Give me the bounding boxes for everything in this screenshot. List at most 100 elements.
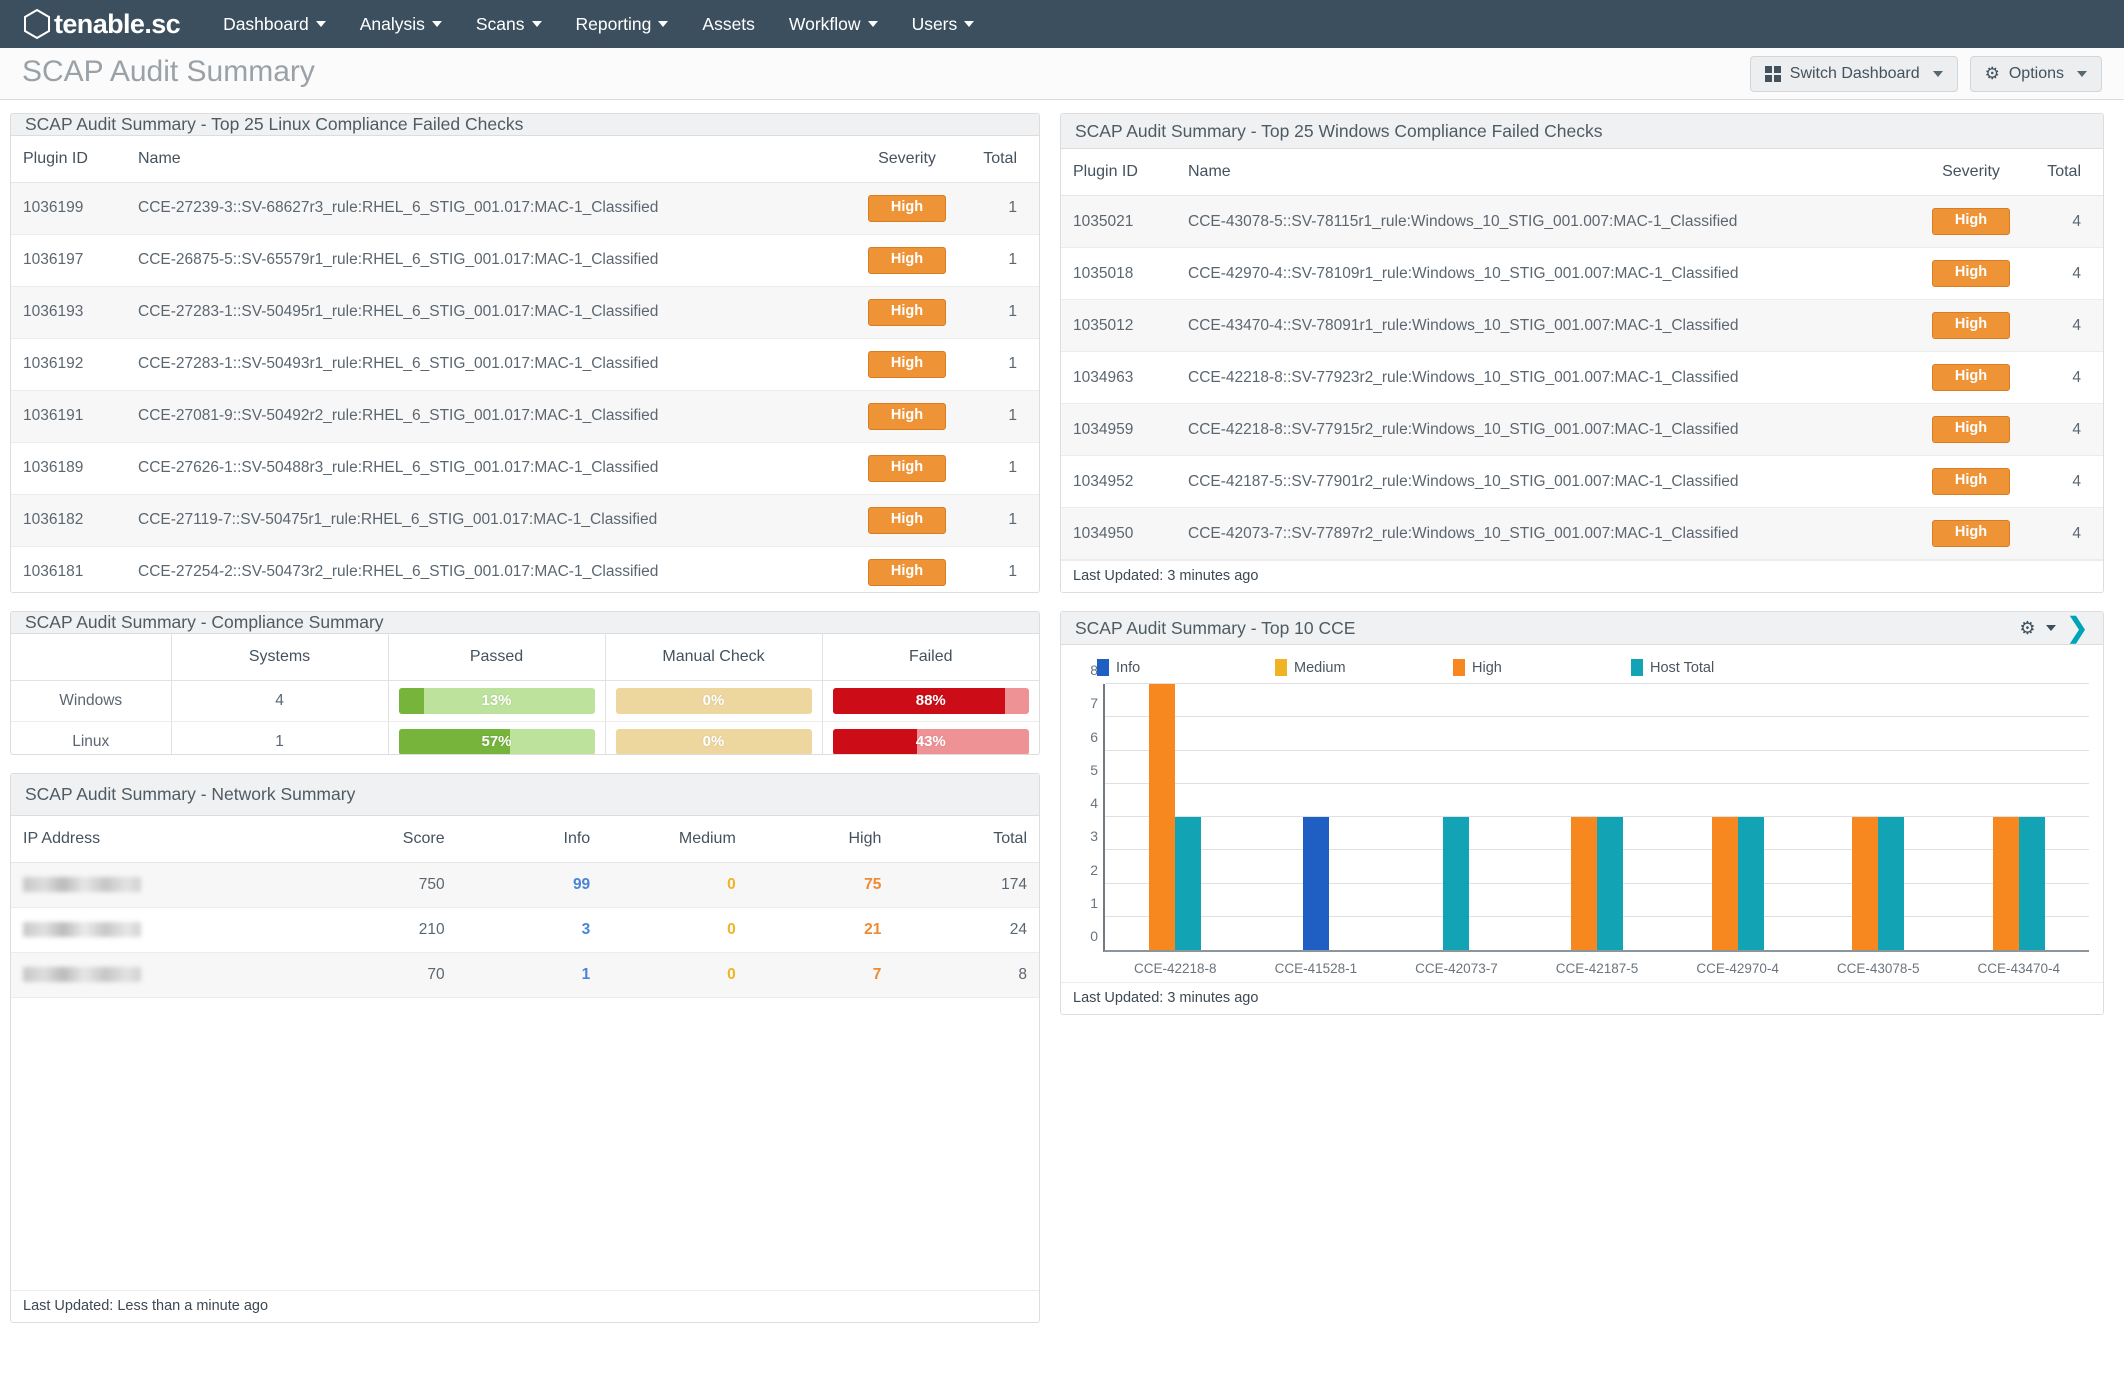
table-row[interactable]: 1036193 CCE-27283-1::SV-50495r1_rule:RHEL… xyxy=(11,286,1039,339)
table-row[interactable]: 1034963 CCE-42218-8::SV-77923r2_rule:Wind… xyxy=(1061,351,2103,405)
panel-header: SCAP Audit Summary - Network Summary xyxy=(11,774,1039,816)
cell-info[interactable]: 3 xyxy=(456,907,603,953)
nav-item-users[interactable]: Users xyxy=(895,0,992,48)
bar-high[interactable] xyxy=(1992,817,2019,950)
bar-info[interactable] xyxy=(1302,817,1329,950)
cell-info[interactable]: 1 xyxy=(456,952,603,998)
column-header-severity[interactable]: Severity xyxy=(1907,149,2035,197)
table-row[interactable]: 210 3 0 21 24 xyxy=(11,907,1039,953)
legend-item-medium[interactable]: Medium xyxy=(1275,659,1453,676)
cell-score: 70 xyxy=(311,952,457,998)
column-header-name[interactable]: Name xyxy=(126,136,843,183)
cell-high[interactable]: 75 xyxy=(747,862,894,908)
column-header-total[interactable]: Total xyxy=(2035,149,2103,197)
bar-host-total[interactable] xyxy=(1878,817,1905,950)
bar-high[interactable] xyxy=(1852,817,1879,950)
table-row[interactable]: 1035021 CCE-43078-5::SV-78115r1_rule:Wind… xyxy=(1061,195,2103,249)
cell-total: 1 xyxy=(971,442,1039,495)
grid-icon xyxy=(1764,65,1781,82)
chart-bars xyxy=(1105,684,2089,950)
nav-item-reporting[interactable]: Reporting xyxy=(559,0,686,48)
table-row[interactable]: 1034950 CCE-42073-7::SV-77897r2_rule:Wind… xyxy=(1061,507,2103,560)
chart-plot-area: 0 1 2 3 4 5 6 7 8 xyxy=(1090,663,2089,952)
y-axis-tick-label: 6 xyxy=(1090,728,1098,745)
legend-item-host-total[interactable]: Host Total xyxy=(1631,659,1809,676)
column-header-plugin-id[interactable]: Plugin ID xyxy=(11,136,126,183)
column-header-passed[interactable]: Passed xyxy=(388,634,606,681)
panel-footer-windows: Last Updated: 3 minutes ago xyxy=(1061,560,2103,592)
bar-group xyxy=(1386,684,1527,950)
bar-host-total[interactable] xyxy=(1737,817,1764,950)
column-header-score[interactable]: Score xyxy=(311,816,457,863)
column-header-ip-address[interactable]: IP Address xyxy=(11,816,311,863)
bar-host-total[interactable] xyxy=(2018,817,2045,950)
column-header-info[interactable]: Info xyxy=(456,816,603,863)
bar-high[interactable] xyxy=(1149,684,1176,950)
chevron-right-icon[interactable]: ❯ xyxy=(2066,613,2089,641)
column-header-plugin-id[interactable]: Plugin ID xyxy=(1061,149,1176,197)
cell-manual-check: 0% xyxy=(605,680,823,722)
cell-medium[interactable]: 0 xyxy=(602,952,748,998)
nav-item-scans[interactable]: Scans xyxy=(459,0,559,48)
nav-label-analysis: Analysis xyxy=(359,13,425,34)
table-row[interactable]: 1036181 CCE-27254-2::SV-50473r2_rule:RHEL… xyxy=(11,546,1039,592)
column-header-total[interactable]: Total xyxy=(893,816,1039,863)
cell-medium[interactable]: 0 xyxy=(602,907,748,953)
cell-info[interactable]: 99 xyxy=(456,862,603,908)
column-header-total[interactable]: Total xyxy=(971,136,1039,183)
bar-group xyxy=(1246,684,1387,950)
table-row[interactable]: 750 99 0 75 174 xyxy=(11,862,1039,908)
table-row: Linux 1 57% 0% 43% xyxy=(11,721,1039,754)
table-row[interactable]: 1036189 CCE-27626-1::SV-50488r3_rule:RHEL… xyxy=(11,442,1039,495)
gear-icon[interactable]: ⚙ xyxy=(2019,619,2035,637)
bar-high[interactable] xyxy=(1571,817,1598,950)
nav-item-workflow[interactable]: Workflow xyxy=(772,0,895,48)
cell-plugin-id: 1035018 xyxy=(1061,247,1176,301)
nav-label-scans: Scans xyxy=(475,13,525,34)
column-header-severity[interactable]: Severity xyxy=(843,136,971,183)
column-header-name[interactable]: Name xyxy=(1176,149,1907,197)
cell-medium[interactable]: 0 xyxy=(602,862,748,908)
bar-host-total[interactable] xyxy=(1597,817,1624,950)
bar-host-total[interactable] xyxy=(1443,817,1470,950)
table-row[interactable]: 1035018 CCE-42970-4::SV-78109r1_rule:Wind… xyxy=(1061,247,2103,301)
cell-severity: High xyxy=(843,338,971,391)
column-header-manual-check[interactable]: Manual Check xyxy=(605,634,823,681)
legend-item-high[interactable]: High xyxy=(1453,659,1631,676)
cell-high[interactable]: 21 xyxy=(747,907,894,953)
table-row[interactable]: 1036197 CCE-26875-5::SV-65579r1_rule:RHEL… xyxy=(11,234,1039,287)
table-row[interactable]: 1036192 CCE-27283-1::SV-50493r1_rule:RHEL… xyxy=(11,338,1039,391)
table-row[interactable]: 1036182 CCE-27119-7::SV-50475r1_rule:RHEL… xyxy=(11,494,1039,547)
switch-dashboard-button[interactable]: Switch Dashboard xyxy=(1749,55,1958,92)
table-row[interactable]: 70 1 0 7 8 xyxy=(11,952,1039,998)
nav-item-assets[interactable]: Assets xyxy=(685,0,772,48)
main-navbar: tenable.sc Dashboard Analysis Scans Repo… xyxy=(0,0,2124,48)
options-button[interactable]: ⚙ Options xyxy=(1969,55,2102,92)
nav-item-analysis[interactable]: Analysis xyxy=(343,0,459,48)
cell-severity: High xyxy=(843,234,971,287)
legend-item-info[interactable]: Info xyxy=(1097,659,1275,676)
cell-high[interactable]: 7 xyxy=(747,952,894,998)
column-header-high[interactable]: High xyxy=(747,816,894,863)
panel-network-summary: SCAP Audit Summary - Network Summary IP … xyxy=(10,773,1040,1323)
bar-high[interactable] xyxy=(1711,817,1738,950)
nav-label-users: Users xyxy=(911,13,958,34)
brand-logo[interactable]: tenable.sc xyxy=(22,8,181,40)
column-header-systems[interactable]: Systems xyxy=(171,634,389,681)
table-row[interactable]: 1034959 CCE-42218-8::SV-77915r2_rule:Wind… xyxy=(1061,403,2103,457)
status-badge: High xyxy=(868,506,946,534)
bar-host-total[interactable] xyxy=(1175,817,1202,950)
table-row[interactable]: 1035012 CCE-43470-4::SV-78091r1_rule:Wind… xyxy=(1061,299,2103,353)
chevron-down-icon[interactable] xyxy=(2045,624,2056,631)
table-row[interactable]: 1036191 CCE-27081-9::SV-50492r2_rule:RHEL… xyxy=(11,390,1039,443)
table-row[interactable]: 1034952 CCE-42187-5::SV-77901r2_rule:Wind… xyxy=(1061,455,2103,509)
legend-swatch-icon xyxy=(1631,659,1643,676)
cell-plugin-id: 1036189 xyxy=(11,442,126,495)
column-header-medium[interactable]: Medium xyxy=(602,816,748,863)
nav-item-dashboard[interactable]: Dashboard xyxy=(206,0,343,48)
cell-plugin-id: 1036192 xyxy=(11,338,126,391)
table-row[interactable]: 1036199 CCE-27239-3::SV-68627r3_rule:RHEL… xyxy=(11,182,1039,235)
column-header-failed[interactable]: Failed xyxy=(822,634,1039,681)
panel-footer-cce: Last Updated: 3 minutes ago xyxy=(1061,982,2103,1014)
cell-name: CCE-42970-4::SV-78109r1_rule:Windows_10_… xyxy=(1176,247,1907,301)
